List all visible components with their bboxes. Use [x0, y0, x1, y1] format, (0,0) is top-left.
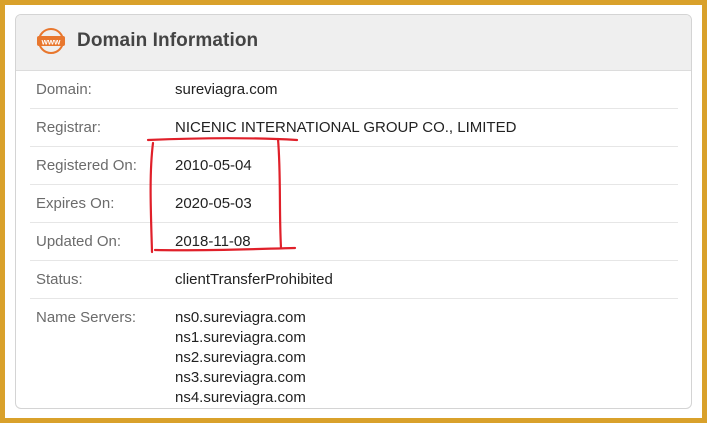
name-server-item: ns0.sureviagra.com [175, 309, 306, 326]
name-server-item: ns1.sureviagra.com [175, 329, 306, 346]
row-label: Expires On: [36, 195, 115, 212]
row-domain: Domain: sureviagra.com [30, 71, 678, 109]
row-status: Status: clientTransferProhibited [30, 261, 678, 299]
row-label: Updated On: [36, 233, 122, 250]
row-value: 2020-05-03 [175, 195, 252, 212]
row-label: Domain: [36, 81, 92, 98]
row-updated-on: Updated On: 2018-11-08 [30, 223, 678, 261]
card-header: www Domain Information [16, 15, 691, 71]
name-server-item: ns3.sureviagra.com [175, 369, 306, 386]
screenshot-frame: www Domain Information Domain: sureviagr… [5, 5, 702, 418]
row-label: Status: [36, 271, 83, 288]
row-value: 2010-05-04 [175, 157, 252, 174]
row-value: clientTransferProhibited [175, 271, 333, 288]
info-rows: Domain: sureviagra.com Registrar: NICENI… [30, 71, 678, 408]
card-title: Domain Information [77, 30, 259, 51]
name-server-item: ns4.sureviagra.com [175, 389, 306, 406]
name-server-list: ns0.sureviagra.com ns1.sureviagra.com ns… [175, 309, 306, 408]
row-value: 2018-11-08 [175, 233, 251, 250]
row-value: sureviagra.com [175, 81, 278, 98]
name-server-item: ns2.sureviagra.com [175, 349, 306, 366]
domain-info-card: www Domain Information Domain: sureviagr… [15, 14, 692, 409]
row-value: NICENIC INTERNATIONAL GROUP CO., LIMITED [175, 119, 517, 136]
row-registered-on: Registered On: 2010-05-04 [30, 147, 678, 185]
www-globe-icon: www [37, 28, 65, 54]
row-name-servers: Name Servers: ns0.sureviagra.com ns1.sur… [30, 299, 678, 408]
row-expires-on: Expires On: 2020-05-03 [30, 185, 678, 223]
row-label: Registered On: [36, 157, 137, 174]
row-label: Registrar: [36, 119, 102, 136]
svg-text:www: www [41, 37, 61, 46]
row-label: Name Servers: [36, 309, 137, 326]
row-registrar: Registrar: NICENIC INTERNATIONAL GROUP C… [30, 109, 678, 147]
